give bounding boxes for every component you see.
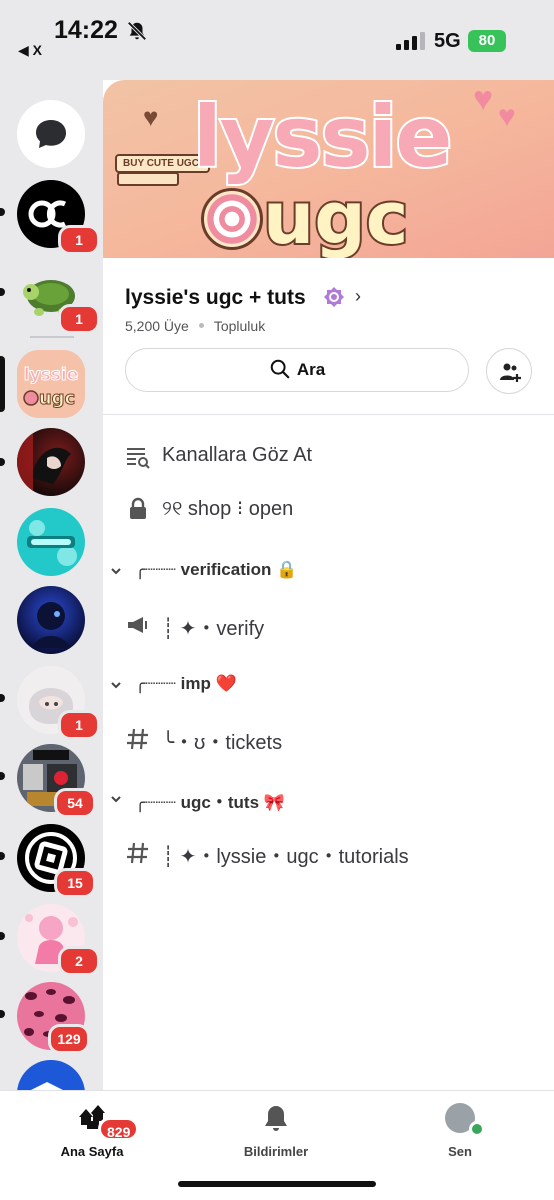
invite-button[interactable] xyxy=(486,348,532,394)
unread-pill xyxy=(0,208,5,216)
channel-name: ┊ ✦・lyssie・ugc・tutorials xyxy=(162,846,409,868)
tab-you[interactable]: Sen xyxy=(400,1103,520,1159)
channel-verify[interactable]: ┊ ✦・verify xyxy=(103,602,554,646)
bell-icon xyxy=(265,1106,287,1131)
unread-pill xyxy=(0,932,5,940)
channel-tickets[interactable]: ╰・ʊ・tickets xyxy=(103,716,554,760)
server-panel: ♥ ♥ ♥ BUY CUTE UGC! lyssie ugc lyssie's … xyxy=(103,80,554,1090)
battery-indicator: 80 xyxy=(468,30,506,52)
unread-pill xyxy=(0,288,5,296)
chat-bubble-icon xyxy=(36,120,66,148)
network-type: 5G xyxy=(434,30,461,52)
chevron-down-icon xyxy=(111,568,121,575)
heart-icon: ♥ xyxy=(143,102,159,132)
rail-divider xyxy=(30,336,74,338)
lyssie-ugc-logo: lyssie ugc xyxy=(17,350,85,418)
hashtag-icon xyxy=(127,842,148,864)
hashtag-icon xyxy=(127,728,148,750)
server-badge: 54 xyxy=(54,788,96,818)
server-avatar xyxy=(31,1082,63,1090)
server-avatar xyxy=(17,428,71,496)
channel-tutorials[interactable]: ┊ ✦・lyssie・ugc・tutorials xyxy=(103,830,554,874)
server-type: Topluluk xyxy=(213,318,266,334)
category-label: ╭┈┈┈ ugc・tuts 🎀 xyxy=(135,793,285,812)
chevron-down-icon xyxy=(111,682,121,689)
browse-channels-label: Kanallara Göz At xyxy=(162,444,313,466)
tab-notifications-label: Bildirimler xyxy=(243,1144,309,1159)
category-label: ╭┈┈┈ verification 🔒 xyxy=(135,560,298,579)
unread-pill xyxy=(0,694,5,702)
chevron-down-icon xyxy=(111,796,121,803)
tab-home[interactable]: Ana Sayfa 829 xyxy=(32,1103,152,1159)
server-badge: 15 xyxy=(54,868,96,898)
unread-pill xyxy=(0,772,5,780)
tab-notifications[interactable]: Bildirimler xyxy=(216,1103,336,1159)
browse-list-icon xyxy=(127,448,150,469)
heart-icon: ♥ xyxy=(473,80,494,118)
channel-name: ╰・ʊ・tickets xyxy=(162,732,283,754)
server-badge: 1 xyxy=(58,225,100,255)
server-badge: 1 xyxy=(58,304,100,334)
server-badge: 1 xyxy=(58,710,100,740)
add-member-icon xyxy=(500,363,521,382)
category-ugc-tuts[interactable]: ╭┈┈┈ ugc・tuts 🎀 xyxy=(103,786,554,816)
status-bar: 14:22 ◀ X 5G 80 xyxy=(0,0,554,80)
member-count: 5,200 Üye xyxy=(125,318,189,334)
unread-pill xyxy=(0,852,5,860)
server-blue-partial[interactable] xyxy=(17,1060,85,1090)
channel-name: ┊ ✦・verify xyxy=(162,618,265,640)
server-meta: 5,200 Üye Topluluk xyxy=(125,318,265,334)
unread-pill xyxy=(0,1010,5,1018)
server-badge: 2 xyxy=(58,946,100,976)
category-verification[interactable]: ╭┈┈┈ verification 🔒 xyxy=(103,558,554,588)
online-status-indicator xyxy=(469,1121,485,1137)
swirl-cookie-icon xyxy=(201,188,263,250)
announcement-icon xyxy=(128,617,147,633)
svg-text:ugc: ugc xyxy=(39,388,75,409)
server-blue[interactable] xyxy=(17,586,85,654)
search-button[interactable]: Ara xyxy=(125,348,469,392)
search-icon xyxy=(270,359,290,379)
direct-messages-button[interactable] xyxy=(17,100,85,168)
server-avatar xyxy=(33,602,69,648)
divider xyxy=(103,414,554,415)
selected-server-pill xyxy=(0,356,5,412)
browse-channels-row[interactable]: Kanallara Göz At xyxy=(103,434,554,478)
user-avatar xyxy=(445,1103,485,1137)
unread-pill xyxy=(0,458,5,466)
boost-badge-icon xyxy=(324,287,344,307)
chevron-right-icon[interactable]: › xyxy=(355,286,361,307)
lock-icon xyxy=(130,497,146,519)
search-label: Ara xyxy=(296,360,326,379)
banner-title: lyssie xyxy=(191,86,454,188)
server-cyan[interactable] xyxy=(17,508,85,576)
server-lyssie-ugc[interactable]: lyssie ugc xyxy=(17,350,85,418)
server-anime-dark[interactable] xyxy=(17,428,85,496)
category-imp[interactable]: ╭┈┈┈ imp ❤️ xyxy=(103,672,554,702)
home-badge: 829 xyxy=(98,1117,140,1141)
server-rail: 1 1 lyssie ugc 1 54 15 2 129 xyxy=(0,80,103,1090)
server-badge: 129 xyxy=(48,1024,90,1054)
category-label: ╭┈┈┈ imp ❤️ xyxy=(135,674,237,693)
server-name[interactable]: lyssie's ugc + tuts xyxy=(125,286,306,310)
server-banner: ♥ ♥ ♥ BUY CUTE UGC! lyssie ugc xyxy=(103,80,554,258)
tab-you-label: Sen xyxy=(448,1144,472,1159)
cookie-bar-icon xyxy=(117,172,179,186)
channel-shop[interactable]: ୨୧ shop ⁝ open xyxy=(103,486,554,530)
heart-icon: ♥ xyxy=(498,100,516,133)
signal-icon xyxy=(396,32,425,50)
back-to-app-link[interactable]: ◀ X xyxy=(18,42,42,59)
svg-text:lyssie: lyssie xyxy=(24,365,79,385)
banner-subtitle: ugc xyxy=(261,174,410,258)
server-avatar xyxy=(27,520,77,566)
clock: 14:22 xyxy=(54,16,118,44)
tab-home-label: Ana Sayfa xyxy=(60,1144,124,1159)
channel-name: ୨୧ shop ⁝ open xyxy=(162,498,294,520)
home-indicator xyxy=(178,1181,376,1187)
bell-muted-icon xyxy=(127,21,147,41)
separator-dot xyxy=(198,323,204,329)
